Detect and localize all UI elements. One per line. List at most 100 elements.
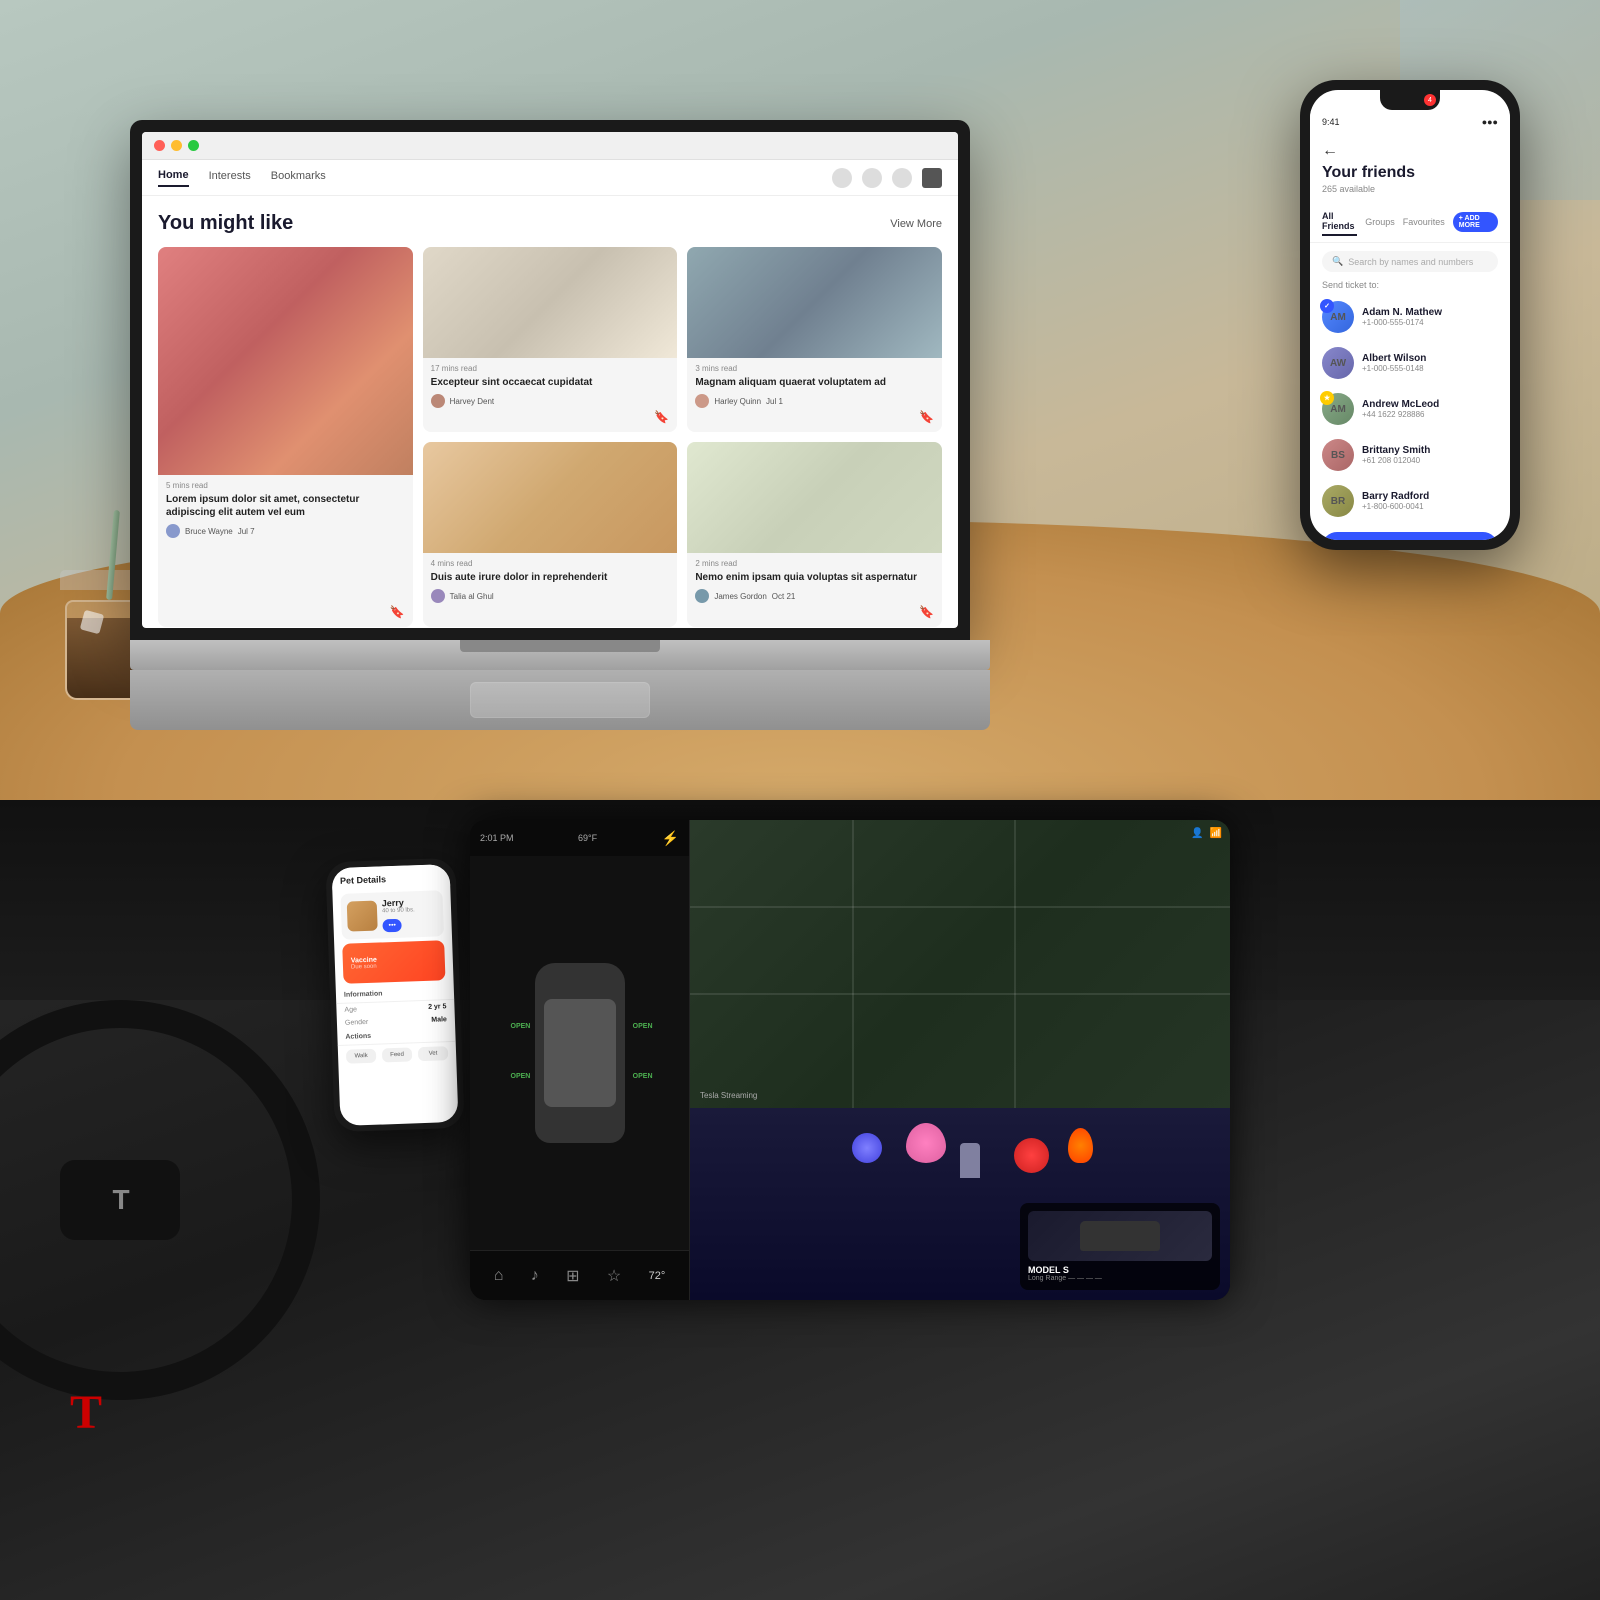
minimize-btn[interactable]	[171, 140, 182, 151]
user-icon-btn[interactable]	[922, 168, 942, 188]
phone-friends-screen: 4 9:41 ●●● ← Your friends 265 available …	[1310, 90, 1510, 540]
car-top-view: OPEN OPEN OPEN OPEN	[535, 963, 625, 1143]
card-5-image	[687, 442, 942, 553]
tab-home[interactable]: Home	[158, 169, 189, 187]
bookmark-icon-2[interactable]: 🔖	[654, 410, 669, 424]
card-2-meta: 17 mins read	[431, 364, 670, 373]
card-1-image	[158, 247, 413, 475]
tesla-map[interactable]: 👤 📶 Tesla Streaming	[690, 820, 1230, 1108]
bookmark-icon-1[interactable]: 🔖	[390, 605, 405, 619]
friend-item-adam[interactable]: ✓ AM Adam N. Mathew +1-000-555-0174	[1310, 294, 1510, 340]
friend-info-adam: Adam N. Mathew +1-000-555-0174	[1362, 307, 1498, 327]
close-btn[interactable]	[154, 140, 165, 151]
cards-grid: 5 mins read Lorem ipsum dolor sit amet, …	[158, 247, 942, 627]
friend-avatar-brittany: BS	[1322, 439, 1354, 471]
pet-action-button[interactable]: •••	[382, 919, 402, 933]
phone-pet-screen: Pet Details Jerry 40 to 90 lbs. ••• Vacc…	[332, 864, 459, 1126]
tesla-center-screen[interactable]: 2:01 PM 69°F ⚡ OPEN OPEN OPEN OPEN ⌂ ♪ ⊞	[470, 820, 1230, 1300]
tesla-game-area: MODEL S Long Range — — — —	[690, 1108, 1230, 1300]
friend-item-barry[interactable]: BR Barry Radford +1-800-600-0041	[1310, 478, 1510, 524]
section-title: You might like	[158, 212, 293, 235]
door-front-right[interactable]: OPEN	[633, 1023, 653, 1030]
view-more-link[interactable]: View More	[890, 218, 942, 230]
friend-avatar-andrew: ★ AM	[1322, 393, 1354, 425]
card-5-avatar	[695, 589, 709, 603]
add-icon-btn[interactable]	[892, 168, 912, 188]
bookmark-icon-5[interactable]: 🔖	[919, 605, 934, 619]
laptop-screen-outer: Home Interests Bookmarks You	[130, 120, 970, 640]
pet-gender-label: Gender	[345, 1019, 369, 1027]
door-rear-right[interactable]: OPEN	[633, 1073, 653, 1080]
road-line-v2	[1014, 820, 1016, 1108]
card-4-author: Talia al Ghul	[431, 589, 670, 603]
friend-item-andrew[interactable]: ★ AM Andrew McLeod +44 1622 928886	[1310, 386, 1510, 432]
tesla-music-icon[interactable]: ♪	[531, 1267, 539, 1285]
pet-orange-sub: Due soon	[351, 963, 377, 970]
send-train-tickets-button[interactable]: → SEND TRAIN TICKETS (1)	[1322, 532, 1498, 540]
article-card-2[interactable]: 17 mins read Excepteur sint occaecat cup…	[423, 247, 678, 432]
door-rear-left[interactable]: OPEN	[511, 1073, 531, 1080]
card-4-image	[423, 442, 678, 553]
friend-name-barry: Barry Radford	[1362, 491, 1498, 502]
laptop-app: Home Interests Bookmarks You	[142, 132, 958, 628]
pet-orange-card: Vaccine Due soon	[342, 940, 445, 984]
friend-item-brittany[interactable]: BS Brittany Smith +61 208 012040	[1310, 432, 1510, 478]
friends-search-bar[interactable]: 🔍 Search by names and numbers	[1322, 251, 1498, 272]
friend-name-andrew: Andrew McLeod	[1362, 399, 1498, 410]
tesla-logo-steering: T	[112, 1184, 127, 1216]
tesla-temp-icon[interactable]: 72°	[649, 1270, 666, 1282]
article-card-1[interactable]: 5 mins read Lorem ipsum dolor sit amet, …	[158, 247, 413, 627]
search-icon-btn[interactable]	[832, 168, 852, 188]
card-4-meta: 4 mins read	[431, 559, 670, 568]
card-2-image	[423, 247, 678, 358]
tab-bookmarks[interactable]: Bookmarks	[271, 170, 326, 186]
tesla-screen-inner: 2:01 PM 69°F ⚡ OPEN OPEN OPEN OPEN ⌂ ♪ ⊞	[470, 820, 1230, 1300]
bookmark-icon-3[interactable]: 🔖	[919, 410, 934, 424]
tab-favourites[interactable]: Favourites	[1403, 214, 1445, 230]
tesla-apps-icon[interactable]: ⊞	[566, 1266, 579, 1286]
trackpad[interactable]	[470, 682, 650, 718]
tesla-status-icons: 👤 📶	[1191, 828, 1222, 839]
tab-all-friends[interactable]: All Friends	[1322, 208, 1357, 236]
card-4-author-name: Talia al Ghul	[450, 592, 494, 601]
add-more-button[interactable]: + ADD MORE	[1453, 212, 1498, 232]
card-4-title: Duis aute irure dolor in reprehenderit	[431, 571, 670, 584]
pet-gender-value: Male	[431, 1016, 447, 1024]
laptop-content: You might like View More 5 mins read Lor…	[142, 196, 958, 628]
promo-model-sub: Long Range — — — —	[1028, 1275, 1212, 1282]
search-placeholder: Search by names and numbers	[1348, 257, 1473, 267]
laptop-titlebar	[142, 132, 958, 160]
pet-age-label: Age	[344, 1006, 357, 1013]
pet-card-info: Jerry 40 to 90 lbs. •••	[382, 897, 416, 932]
tesla-left-panel: 2:01 PM 69°F ⚡ OPEN OPEN OPEN OPEN ⌂ ♪ ⊞	[470, 820, 690, 1300]
tab-interests[interactable]: Interests	[209, 170, 251, 186]
tesla-promo-card: MODEL S Long Range — — — —	[1020, 1203, 1220, 1290]
pet-vet-btn[interactable]: Vet	[418, 1046, 448, 1061]
tab-groups[interactable]: Groups	[1365, 214, 1395, 230]
card-5-title: Nemo enim ipsam quia voluptas sit aspern…	[695, 571, 934, 584]
pet-walk-btn[interactable]: Walk	[346, 1049, 376, 1064]
friend-phone-albert: +1-000-555-0148	[1362, 364, 1498, 373]
maximize-btn[interactable]	[188, 140, 199, 151]
back-button[interactable]: ←	[1322, 142, 1498, 160]
article-card-3[interactable]: 3 mins read Magnam aliquam quaerat volup…	[687, 247, 942, 432]
article-card-4[interactable]: 4 mins read Duis aute irure dolor in rep…	[423, 442, 678, 627]
tesla-star-icon[interactable]: ☆	[607, 1266, 621, 1286]
notification-icon-btn[interactable]	[862, 168, 882, 188]
tesla-home-icon[interactable]: ⌂	[494, 1267, 504, 1285]
friend-info-andrew: Andrew McLeod +44 1622 928886	[1362, 399, 1498, 419]
door-front-left[interactable]: OPEN	[511, 1023, 531, 1030]
pet-app-header: Pet Details	[332, 864, 451, 890]
card-3-meta: 3 mins read	[695, 364, 934, 373]
pet-card[interactable]: Jerry 40 to 90 lbs. •••	[340, 890, 444, 940]
article-card-5[interactable]: 2 mins read Nemo enim ipsam quia volupta…	[687, 442, 942, 627]
card-5-time: Oct 21	[772, 592, 796, 601]
pet-feed-btn[interactable]: Feed	[382, 1047, 412, 1062]
friend-item-albert[interactable]: AW Albert Wilson +1-000-555-0148	[1310, 340, 1510, 386]
friend-phone-adam: +1-000-555-0174	[1362, 318, 1498, 327]
tesla-temp: 69°F	[578, 833, 597, 843]
card-1-time: Jul 7	[238, 527, 255, 536]
status-icons: ●●●	[1482, 117, 1498, 127]
card-3-author-name: Harley Quinn	[714, 397, 761, 406]
card-3-body: 3 mins read Magnam aliquam quaerat volup…	[687, 358, 942, 414]
